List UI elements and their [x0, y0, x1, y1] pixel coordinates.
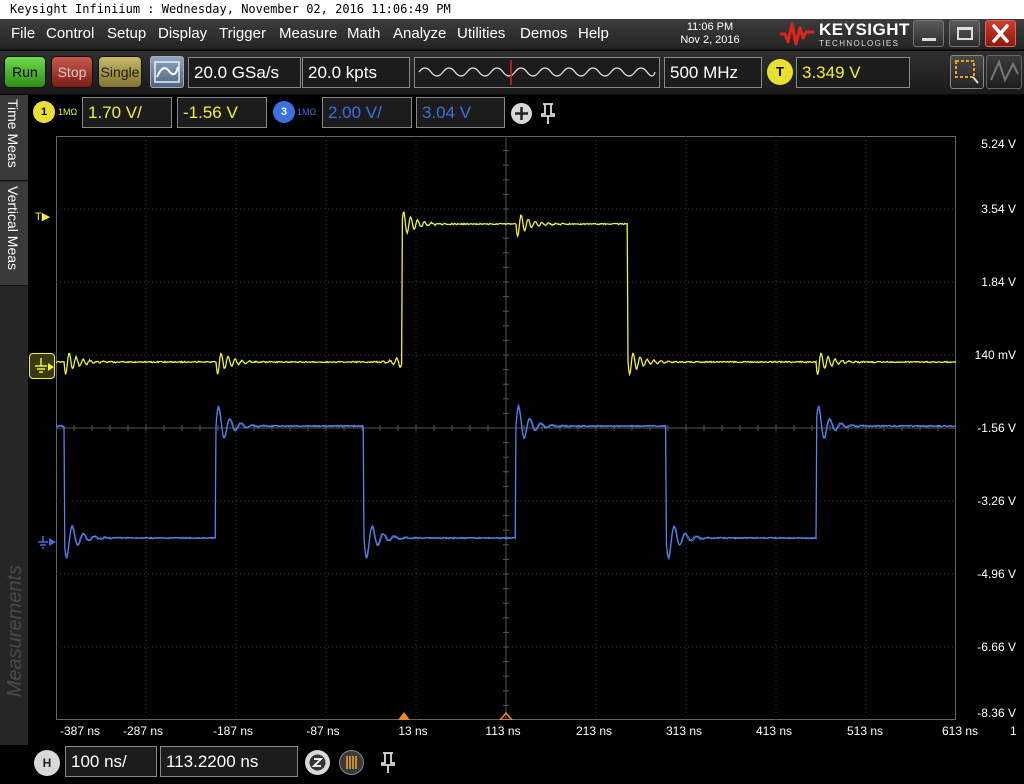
bandwidth-field[interactable]: 500 MHz: [664, 57, 762, 88]
clock-date: Nov 2, 2016: [660, 34, 760, 47]
x-axis-label: 113 ns: [485, 724, 520, 738]
side-tab-panel: Time Meas Vertical Meas Measurements: [0, 95, 28, 745]
menu-help[interactable]: Help: [578, 25, 609, 42]
run-button[interactable]: Run: [4, 56, 46, 88]
tab-time-meas-label: Time Meas: [5, 99, 21, 168]
x-axis-label: -187 ns: [213, 724, 253, 738]
touch-mode-button[interactable]: [986, 55, 1022, 89]
minimize-icon: [922, 38, 936, 41]
menu-display[interactable]: Display: [158, 25, 207, 42]
y-axis-label: 5.24 V: [981, 137, 1016, 151]
y-axis-label: 140 mV: [975, 348, 1016, 362]
channel3-impedance: 1MΩ: [297, 107, 316, 117]
maximize-button[interactable]: [949, 20, 980, 47]
y-axis-label: 3.54 V: [981, 202, 1016, 216]
sample-rate-field[interactable]: 20.0 GSa/s: [188, 57, 301, 88]
single-button[interactable]: Single: [98, 56, 142, 88]
clock-time: 11:06 PM: [660, 21, 760, 34]
measurements-panel-label: Measurements: [4, 565, 27, 697]
brand-name: KEYSIGHT: [819, 20, 910, 40]
menu-measure[interactable]: Measure: [279, 25, 337, 42]
tab-vertical-meas-label: Vertical Meas: [5, 186, 21, 270]
x-axis-label: 13 ns: [398, 724, 427, 738]
stop-button[interactable]: Stop: [51, 56, 93, 88]
trigger-source-badge[interactable]: T: [767, 59, 793, 85]
channel3-badge[interactable]: 3: [273, 101, 295, 123]
trigger-marker-label: T: [35, 211, 42, 223]
overview-wave-icon: [415, 58, 659, 87]
channel1-badge[interactable]: 1: [33, 101, 55, 123]
menu-math[interactable]: Math: [347, 25, 380, 42]
channel3-ground-marker[interactable]: [37, 534, 57, 552]
window-title-bar: Keysight Infiniium : Wednesday, November…: [0, 0, 1024, 19]
trigger-level-field[interactable]: 3.349 V: [796, 57, 910, 88]
waveform-graticule[interactable]: [56, 136, 956, 720]
x-axis-label: 413 ns: [756, 724, 792, 738]
wave-logo-icon: [778, 20, 816, 48]
brand-sub: TECHNOLOGIES: [819, 39, 899, 48]
window-title: Keysight Infiniium : Wednesday, November…: [10, 2, 451, 16]
auto-scale-icon: [151, 57, 183, 87]
menu-demos[interactable]: Demos: [520, 25, 568, 42]
channel1-ground-marker[interactable]: [29, 353, 55, 379]
x-axis-label: 613 ns: [942, 724, 978, 738]
y-axis-label: -1.56 V: [977, 421, 1016, 435]
y-axis-label: -6.66 V: [977, 640, 1016, 654]
clock: 11:06 PM Nov 2, 2016: [660, 21, 760, 47]
close-icon: [986, 21, 1015, 46]
y-axis-label: 1.84 V: [981, 275, 1016, 289]
x-axis-label: 313 ns: [666, 724, 702, 738]
maximize-icon: [957, 27, 973, 40]
add-channel-button[interactable]: [511, 103, 532, 124]
y-axis-label: -3.26 V: [977, 494, 1016, 508]
menu-setup[interactable]: Setup: [107, 25, 146, 42]
horizontal-scale-field[interactable]: 100 ns/: [65, 746, 157, 777]
pin-icon: [376, 749, 400, 776]
zoom-icon: [305, 750, 330, 775]
pin-icon: [536, 100, 560, 127]
menu-analyze[interactable]: Analyze: [393, 25, 446, 42]
memory-depth-field[interactable]: 20.0 kpts: [302, 57, 410, 88]
channel1-scale-field[interactable]: 1.70 V/: [82, 97, 172, 128]
horizontal-badge[interactable]: H: [34, 750, 60, 776]
pin-horizontal-button[interactable]: [376, 749, 400, 776]
pin-channel-button[interactable]: [536, 100, 560, 127]
x-axis-label: 213 ns: [576, 724, 612, 738]
segments-icon: [340, 751, 363, 774]
menu-utilities[interactable]: Utilities: [457, 25, 505, 42]
ground-icon: [37, 534, 57, 552]
tab-time-meas[interactable]: Time Meas: [0, 95, 28, 181]
x-axis-label: -387 ns: [60, 724, 100, 738]
channel1-offset-field[interactable]: -1.56 V: [177, 97, 267, 128]
plus-icon: [511, 103, 532, 124]
zoom-box-button[interactable]: [950, 55, 984, 89]
zoom-box-icon: [951, 56, 983, 88]
touch-gesture-icon: [987, 56, 1021, 88]
trigger-level-marker[interactable]: T▶: [35, 210, 50, 223]
ground-icon: [30, 354, 56, 380]
y-axis-label: -4.96 V: [977, 567, 1016, 581]
horizontal-position-marker-icon: [398, 712, 410, 720]
menu-control[interactable]: Control: [46, 25, 94, 42]
page-indicator: 1: [1010, 724, 1017, 738]
channel3-scale-field[interactable]: 2.00 V/: [322, 97, 412, 128]
waveform-overview[interactable]: [414, 57, 660, 88]
x-axis-label: -87 ns: [306, 724, 339, 738]
trigger-arrow-icon: ▶: [42, 211, 50, 223]
auto-scale-button[interactable]: [150, 56, 184, 88]
menu-trigger[interactable]: Trigger: [219, 25, 266, 42]
tab-vertical-meas[interactable]: Vertical Meas: [0, 182, 28, 286]
minimize-button[interactable]: [913, 20, 944, 47]
horizontal-position-field[interactable]: 113.2200 ns: [160, 746, 298, 777]
segmented-button[interactable]: [339, 750, 364, 775]
x-axis-label: -287 ns: [123, 724, 163, 738]
menu-file[interactable]: File: [11, 25, 35, 42]
zoom-button[interactable]: [305, 750, 330, 775]
channel1-impedance: 1MΩ: [58, 107, 77, 117]
y-axis-label: -8.36 V: [977, 706, 1016, 720]
x-axis-label: 513 ns: [847, 724, 883, 738]
channel3-offset-field[interactable]: 3.04 V: [416, 97, 505, 128]
close-button[interactable]: [985, 20, 1016, 47]
